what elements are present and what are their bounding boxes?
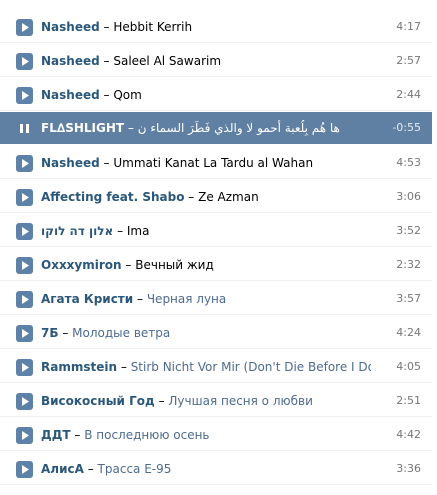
track-duration: 4:17 <box>396 20 421 33</box>
audio-playlist: Nasheed – Hebbit Kerrih 4:17 Nasheed – Sal… <box>0 0 437 495</box>
play-button[interactable] <box>16 53 33 70</box>
track-title: אלון דה לוקו – Ima <box>41 223 149 239</box>
track-artist[interactable]: ДДТ <box>41 428 71 442</box>
track-artist[interactable]: 7Б <box>41 326 59 340</box>
track-row[interactable]: Nasheed – Saleel Al Sawarim 2:57 <box>0 45 432 77</box>
track-duration: 4:53 <box>396 156 421 169</box>
track-artist[interactable]: Rammstein <box>41 360 117 374</box>
track-row[interactable]: 7Б – Молодые ветра 4:24 <box>0 317 432 349</box>
track-duration: 3:06 <box>396 190 421 203</box>
play-button[interactable] <box>16 223 33 240</box>
track-song-title[interactable]: Лучшая песня о любви <box>168 394 313 408</box>
track-song-title[interactable]: В последнюю осень <box>84 428 209 442</box>
track-song-title[interactable]: Трасса Е-95 <box>98 462 172 476</box>
track-song-title[interactable]: Вечный жид <box>135 258 214 272</box>
track-row[interactable]: Nasheed – Hebbit Kerrih 4:17 <box>0 11 432 43</box>
track-title: Nasheed – Hebbit Kerrih <box>41 19 192 35</box>
track-duration: 2:51 <box>396 394 421 407</box>
track-title: Rammstein – Stirb Nicht Vor Mir (Don't D… <box>41 359 371 375</box>
track-duration: 4:42 <box>396 428 421 441</box>
artist-title-separator: – <box>158 394 165 408</box>
play-button[interactable] <box>16 291 33 308</box>
track-duration: 4:05 <box>396 360 421 373</box>
track-title: Nasheed – Saleel Al Sawarim <box>41 53 221 69</box>
play-button[interactable] <box>16 325 33 342</box>
artist-title-separator: – <box>103 156 110 170</box>
track-row[interactable]: Nasheed – Ummati Kanat La Tardu al Wahan… <box>0 147 432 179</box>
track-artist[interactable]: Nasheed <box>41 54 100 68</box>
track-title: 7Б – Молодые ветра <box>41 325 170 341</box>
track-artist[interactable]: Affecting feat. Shabo <box>41 190 184 204</box>
track-duration: 2:57 <box>396 54 421 67</box>
track-row[interactable]: Oxxxymiron – Вечный жид 2:32 <box>0 249 432 281</box>
track-row[interactable]: Агата Кристи – Черная луна 3:57 <box>0 283 432 315</box>
track-song-title[interactable]: Ze Azman <box>198 190 259 204</box>
play-button[interactable] <box>16 19 33 36</box>
play-button[interactable] <box>16 359 33 376</box>
track-row-playing[interactable]: FL∆SHLIGHT – ها هُم بِلُعبة أحمو لا والذ… <box>0 112 432 144</box>
track-duration: -0:55 <box>392 121 421 134</box>
track-duration: 3:57 <box>396 292 421 305</box>
play-button[interactable] <box>16 427 33 444</box>
track-row[interactable]: Rammstein – Stirb Nicht Vor Mir (Don't D… <box>0 351 432 383</box>
artist-title-separator: – <box>117 224 124 238</box>
track-duration: 2:32 <box>396 258 421 271</box>
track-title: Oxxxymiron – Вечный жид <box>41 257 214 273</box>
artist-title-separator: – <box>62 326 69 340</box>
track-artist[interactable]: Агата Кристи <box>41 292 133 306</box>
track-title: Nasheed – Qom <box>41 87 142 103</box>
play-button[interactable] <box>16 87 33 104</box>
track-row[interactable]: Високосный Год – Лучшая песня о любви 2:5… <box>0 385 432 417</box>
track-song-title[interactable]: Черная луна <box>147 292 226 306</box>
artist-title-separator: – <box>74 428 81 442</box>
track-title: ДДТ – В последнюю осень <box>41 427 210 443</box>
track-song-title[interactable]: Qom <box>113 88 141 102</box>
play-button[interactable] <box>16 189 33 206</box>
artist-title-separator: – <box>127 121 134 135</box>
track-duration: 3:36 <box>396 462 421 475</box>
artist-title-separator: – <box>103 88 110 102</box>
track-artist[interactable]: Високосный Год <box>41 394 155 408</box>
track-duration: 2:44 <box>396 88 421 101</box>
track-artist[interactable]: Nasheed <box>41 88 100 102</box>
track-song-title[interactable]: Saleel Al Sawarim <box>113 54 221 68</box>
play-button[interactable] <box>16 155 33 172</box>
track-row[interactable]: АлисА – Трасса Е-95 3:36 <box>0 453 432 485</box>
track-song-title[interactable]: Молодые ветра <box>72 326 170 340</box>
track-row[interactable]: ДДТ – В последнюю осень 4:42 <box>0 419 432 451</box>
artist-title-separator: – <box>125 258 132 272</box>
track-song-title[interactable]: Stirb Nicht Vor Mir (Don't Die Before I … <box>131 360 371 374</box>
track-artist[interactable]: Nasheed <box>41 20 100 34</box>
track-song-title[interactable]: Ima <box>127 224 150 238</box>
track-title: Агата Кристи – Черная луна <box>41 291 226 307</box>
artist-title-separator: – <box>103 20 110 34</box>
artist-title-separator: – <box>188 190 195 204</box>
track-title: Високосный Год – Лучшая песня о любви <box>41 393 313 409</box>
pause-button[interactable] <box>16 120 33 137</box>
track-song-title[interactable]: Hebbit Kerrih <box>113 20 192 34</box>
track-song-title[interactable]: ها هُم بِلُعبة أحمو لا والذي فَطَرَ السم… <box>138 121 340 135</box>
artist-title-separator: – <box>103 54 110 68</box>
track-row[interactable]: Nasheed – Qom 2:44 <box>0 79 432 111</box>
track-song-title[interactable]: Ummati Kanat La Tardu al Wahan <box>113 156 313 170</box>
track-artist[interactable]: Nasheed <box>41 156 100 170</box>
play-button[interactable] <box>16 461 33 478</box>
artist-title-separator: – <box>120 360 127 374</box>
track-artist[interactable]: АлисА <box>41 462 84 476</box>
artist-title-separator: – <box>137 292 143 306</box>
track-duration: 4:24 <box>396 326 421 339</box>
track-duration: 3:52 <box>396 224 421 237</box>
track-title: АлисА – Трасса Е-95 <box>41 461 171 477</box>
play-button[interactable] <box>16 257 33 274</box>
track-title: Nasheed – Ummati Kanat La Tardu al Wahan <box>41 155 313 171</box>
track-row[interactable]: אלון דה לוקו – Ima 3:52 <box>0 215 432 247</box>
track-row[interactable]: Affecting feat. Shabo – Ze Azman 3:06 <box>0 181 432 213</box>
track-artist[interactable]: Oxxxymiron <box>41 258 122 272</box>
play-button[interactable] <box>16 393 33 410</box>
artist-title-separator: – <box>87 462 94 476</box>
track-artist[interactable]: אלון דה לוקו <box>41 224 113 238</box>
track-title: Affecting feat. Shabo – Ze Azman <box>41 189 259 205</box>
track-title: FL∆SHLIGHT – ها هُم بِلُعبة أحمو لا والذ… <box>41 120 340 136</box>
track-artist[interactable]: FL∆SHLIGHT <box>41 121 124 135</box>
